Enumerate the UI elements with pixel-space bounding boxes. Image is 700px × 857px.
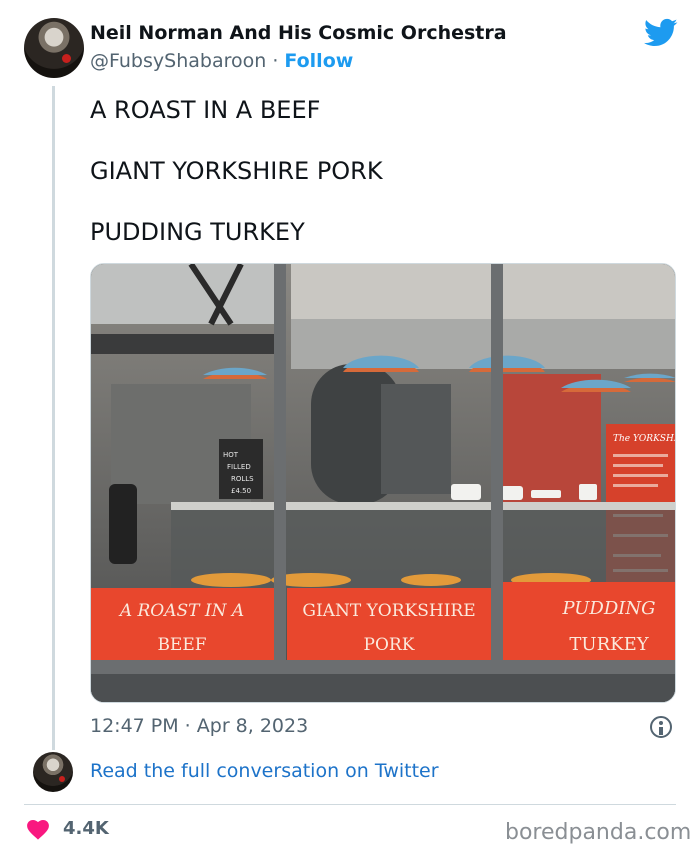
read-conversation-link[interactable]: Read the full conversation on Twitter [90, 760, 439, 782]
svg-text:PUDDING: PUDDING [561, 598, 655, 619]
svg-text:GIANT YORKSHIRE: GIANT YORKSHIRE [302, 601, 475, 621]
tweet-card: Neil Norman And His Cosmic Orchestra @Fu… [0, 0, 700, 857]
chalkboard-sign: HOT FILLED ROLLS £4.50 [219, 439, 263, 499]
svg-text:A ROAST IN A: A ROAST IN A [118, 601, 244, 621]
svg-text:HOT: HOT [223, 451, 239, 459]
svg-text:BEEF: BEEF [157, 635, 206, 655]
menu-board-title: The YORKSHIR [613, 434, 676, 444]
heart-icon[interactable] [27, 820, 49, 840]
sign-yorkshire-pork: GIANT YORKSHIRE PORK [287, 588, 491, 660]
shop-window-scene: The YORKSHIR [91, 264, 676, 702]
footer-divider [24, 804, 676, 805]
tweet-text-line-1: A ROAST IN A BEEF [90, 96, 321, 124]
tweet-timestamp[interactable]: 12:47 PM · Apr 8, 2023 [90, 715, 308, 737]
thread-line [52, 86, 55, 750]
tweet-text-line-2: GIANT YORKSHIRE PORK [90, 157, 383, 185]
reply-avatar[interactable] [33, 752, 73, 792]
like-count: 4.4K [63, 818, 109, 839]
author-handle[interactable]: @FubsyShabaroon [90, 50, 266, 72]
svg-text:The YORKSHIR: The YORKSHIR [613, 434, 676, 444]
author-handle-row: @FubsyShabaroon · Follow [90, 50, 353, 72]
info-icon[interactable] [650, 716, 672, 738]
sign-roast-beef: A ROAST IN A BEEF [91, 588, 274, 660]
price-signs: A ROAST IN A BEEF GIANT YORKSHIRE PORK P… [91, 582, 675, 660]
svg-text:ROLLS: ROLLS [231, 475, 254, 483]
tweet-photo[interactable]: The YORKSHIR [90, 263, 676, 703]
svg-text:FILLED: FILLED [227, 463, 251, 471]
twitter-bird-icon[interactable] [644, 18, 678, 48]
author-name[interactable]: Neil Norman And His Cosmic Orchestra [90, 22, 507, 44]
tweet-text-line-3: PUDDING TURKEY [90, 218, 305, 246]
svg-text:£4.50: £4.50 [231, 487, 251, 495]
sign-pudding-turkey: PUDDING TURKEY [503, 582, 675, 660]
author-avatar[interactable] [24, 18, 84, 78]
handle-separator: · [266, 50, 285, 72]
follow-link[interactable]: Follow [284, 50, 353, 72]
svg-text:TURKEY: TURKEY [569, 634, 649, 655]
watermark: boredpanda.com [505, 820, 692, 845]
svg-text:PORK: PORK [364, 635, 415, 655]
